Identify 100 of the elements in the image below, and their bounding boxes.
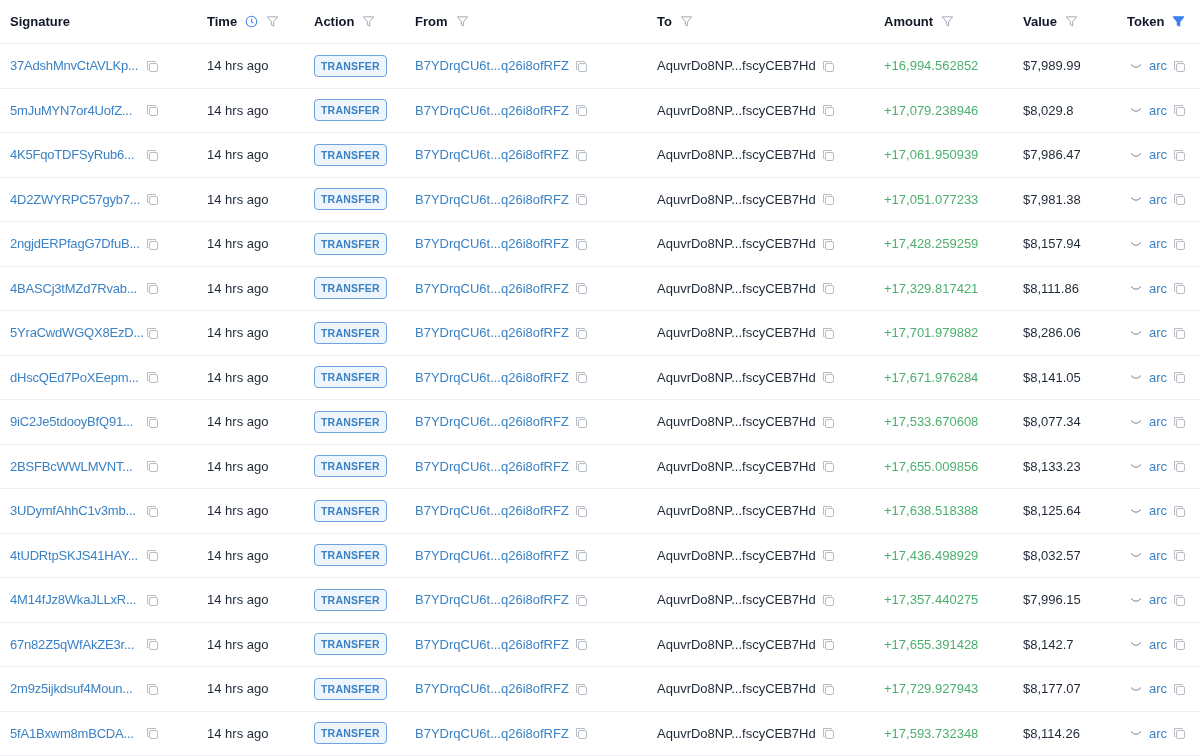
copy-icon[interactable] xyxy=(573,637,588,652)
filter-icon[interactable] xyxy=(362,15,376,28)
from-address-link[interactable]: B7YDrqCU6t...q26i8ofRFZ xyxy=(415,102,569,118)
from-address-link[interactable]: B7YDrqCU6t...q26i8ofRFZ xyxy=(415,547,569,563)
copy-icon[interactable] xyxy=(820,192,835,207)
from-address-link[interactable]: B7YDrqCU6t...q26i8ofRFZ xyxy=(415,325,569,341)
filter-icon[interactable] xyxy=(1064,15,1078,28)
signature-link[interactable]: dHscQEd7PoXEepm... xyxy=(10,369,140,385)
copy-icon[interactable] xyxy=(573,503,588,518)
copy-icon[interactable] xyxy=(1172,637,1187,652)
copy-icon[interactable] xyxy=(820,548,835,563)
from-address-link[interactable]: B7YDrqCU6t...q26i8ofRFZ xyxy=(415,503,569,519)
copy-icon[interactable] xyxy=(820,637,835,652)
token-link[interactable]: arc xyxy=(1149,681,1168,697)
copy-icon[interactable] xyxy=(820,681,835,696)
from-address-link[interactable]: B7YDrqCU6t...q26i8ofRFZ xyxy=(415,191,569,207)
filter-icon[interactable] xyxy=(941,15,955,28)
signature-link[interactable]: 3UDymfAhhC1v3mb... xyxy=(10,503,140,519)
copy-icon[interactable] xyxy=(573,325,588,340)
signature-link[interactable]: 37AdshMnvCtAVLKp... xyxy=(10,58,140,74)
copy-icon[interactable] xyxy=(145,370,159,385)
signature-link[interactable]: 2ngjdERPfagG7DfuB... xyxy=(10,236,140,252)
signature-link[interactable]: 4tUDRtpSKJS41HAY... xyxy=(10,547,140,563)
copy-icon[interactable] xyxy=(145,147,159,162)
filter-icon[interactable] xyxy=(455,15,469,28)
signature-link[interactable]: 4BASCj3tMZd7Rvab... xyxy=(10,280,140,296)
copy-icon[interactable] xyxy=(820,281,835,296)
signature-link[interactable]: 4K5FqoTDFSyRub6... xyxy=(10,147,140,163)
copy-icon[interactable] xyxy=(1172,147,1187,162)
filter-icon[interactable] xyxy=(1172,15,1186,28)
copy-icon[interactable] xyxy=(145,414,159,429)
copy-icon[interactable] xyxy=(1172,236,1187,251)
copy-icon[interactable] xyxy=(573,414,588,429)
token-link[interactable]: arc xyxy=(1149,236,1168,252)
copy-icon[interactable] xyxy=(145,592,159,607)
from-address-link[interactable]: B7YDrqCU6t...q26i8ofRFZ xyxy=(415,280,569,296)
signature-link[interactable]: 67n82Z5qWfAkZE3r... xyxy=(10,636,140,652)
copy-icon[interactable] xyxy=(573,192,588,207)
copy-icon[interactable] xyxy=(573,147,588,162)
copy-icon[interactable] xyxy=(1172,592,1187,607)
copy-icon[interactable] xyxy=(1172,58,1187,73)
from-address-link[interactable]: B7YDrqCU6t...q26i8ofRFZ xyxy=(415,681,569,697)
copy-icon[interactable] xyxy=(820,370,835,385)
copy-icon[interactable] xyxy=(573,592,588,607)
signature-link[interactable]: 5fA1Bxwm8mBCDA... xyxy=(10,725,140,741)
copy-icon[interactable] xyxy=(573,58,588,73)
token-link[interactable]: arc xyxy=(1149,147,1168,163)
token-link[interactable]: arc xyxy=(1149,725,1168,741)
from-address-link[interactable]: B7YDrqCU6t...q26i8ofRFZ xyxy=(415,414,569,430)
copy-icon[interactable] xyxy=(820,726,835,741)
copy-icon[interactable] xyxy=(1172,281,1187,296)
copy-icon[interactable] xyxy=(573,370,588,385)
token-link[interactable]: arc xyxy=(1149,191,1168,207)
copy-icon[interactable] xyxy=(1172,681,1187,696)
copy-icon[interactable] xyxy=(573,281,588,296)
copy-icon[interactable] xyxy=(1172,370,1187,385)
from-address-link[interactable]: B7YDrqCU6t...q26i8ofRFZ xyxy=(415,458,569,474)
copy-icon[interactable] xyxy=(820,503,835,518)
signature-link[interactable]: 4D2ZWYRPC57gyb7... xyxy=(10,191,140,207)
copy-icon[interactable] xyxy=(573,459,588,474)
filter-icon[interactable] xyxy=(679,15,693,28)
copy-icon[interactable] xyxy=(820,592,835,607)
copy-icon[interactable] xyxy=(573,726,588,741)
copy-icon[interactable] xyxy=(1172,548,1187,563)
copy-icon[interactable] xyxy=(820,236,835,251)
token-link[interactable]: arc xyxy=(1149,547,1168,563)
from-address-link[interactable]: B7YDrqCU6t...q26i8ofRFZ xyxy=(415,147,569,163)
token-link[interactable]: arc xyxy=(1149,414,1168,430)
copy-icon[interactable] xyxy=(1172,103,1187,118)
copy-icon[interactable] xyxy=(145,726,159,741)
token-link[interactable]: arc xyxy=(1149,592,1168,608)
signature-link[interactable]: 2BSFBcWWLMVNT... xyxy=(10,458,140,474)
token-link[interactable]: arc xyxy=(1149,636,1168,652)
copy-icon[interactable] xyxy=(145,637,159,652)
copy-icon[interactable] xyxy=(820,147,835,162)
copy-icon[interactable] xyxy=(145,459,159,474)
copy-icon[interactable] xyxy=(820,414,835,429)
signature-link[interactable]: 2m9z5ijkdsuf4Moun... xyxy=(10,681,140,697)
copy-icon[interactable] xyxy=(145,548,159,563)
token-link[interactable]: arc xyxy=(1149,458,1168,474)
token-link[interactable]: arc xyxy=(1149,102,1168,118)
copy-icon[interactable] xyxy=(820,58,835,73)
from-address-link[interactable]: B7YDrqCU6t...q26i8ofRFZ xyxy=(415,369,569,385)
copy-icon[interactable] xyxy=(573,236,588,251)
copy-icon[interactable] xyxy=(1172,414,1187,429)
copy-icon[interactable] xyxy=(573,103,588,118)
copy-icon[interactable] xyxy=(820,103,835,118)
copy-icon[interactable] xyxy=(145,681,159,696)
signature-link[interactable]: 5mJuMYN7or4UofZ... xyxy=(10,102,140,118)
from-address-link[interactable]: B7YDrqCU6t...q26i8ofRFZ xyxy=(415,592,569,608)
token-link[interactable]: arc xyxy=(1149,325,1168,341)
token-link[interactable]: arc xyxy=(1149,58,1168,74)
copy-icon[interactable] xyxy=(145,103,159,118)
token-link[interactable]: arc xyxy=(1149,280,1168,296)
from-address-link[interactable]: B7YDrqCU6t...q26i8ofRFZ xyxy=(415,236,569,252)
from-address-link[interactable]: B7YDrqCU6t...q26i8ofRFZ xyxy=(415,636,569,652)
copy-icon[interactable] xyxy=(145,503,159,518)
clock-icon[interactable] xyxy=(245,15,259,28)
copy-icon[interactable] xyxy=(573,548,588,563)
copy-icon[interactable] xyxy=(145,325,159,340)
